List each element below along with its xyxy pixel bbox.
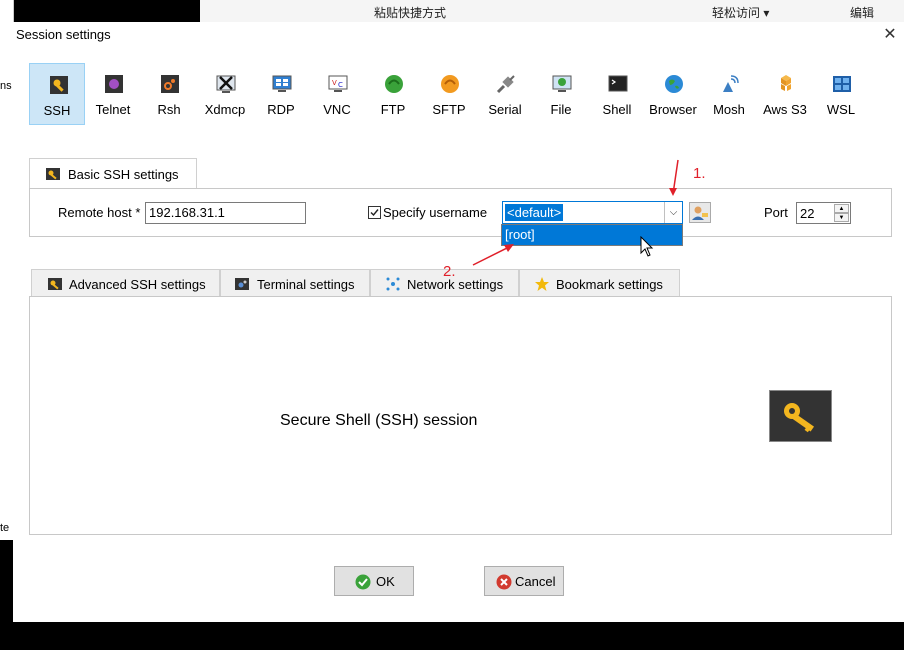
desktop-taskbar-area: [0, 622, 904, 650]
mouse-cursor-icon: [640, 236, 654, 257]
annotation-arrows: [472, 159, 679, 266]
easy-access-label: 轻松访问 ▾: [712, 6, 770, 20]
background-ribbon: 粘贴快捷方式 轻松访问 ▾ 编辑: [200, 0, 904, 22]
background-fragment: ns: [0, 80, 12, 92]
edit-label: 编辑: [850, 6, 875, 20]
session-settings-dialog: Session settings ✕ SSH Telnet Rsh Xdmcp …: [13, 22, 904, 622]
background-fragment: te: [0, 522, 10, 534]
paste-shortcut-label: 粘贴快捷方式: [374, 6, 447, 20]
background-window-edge: ns te: [0, 0, 14, 540]
